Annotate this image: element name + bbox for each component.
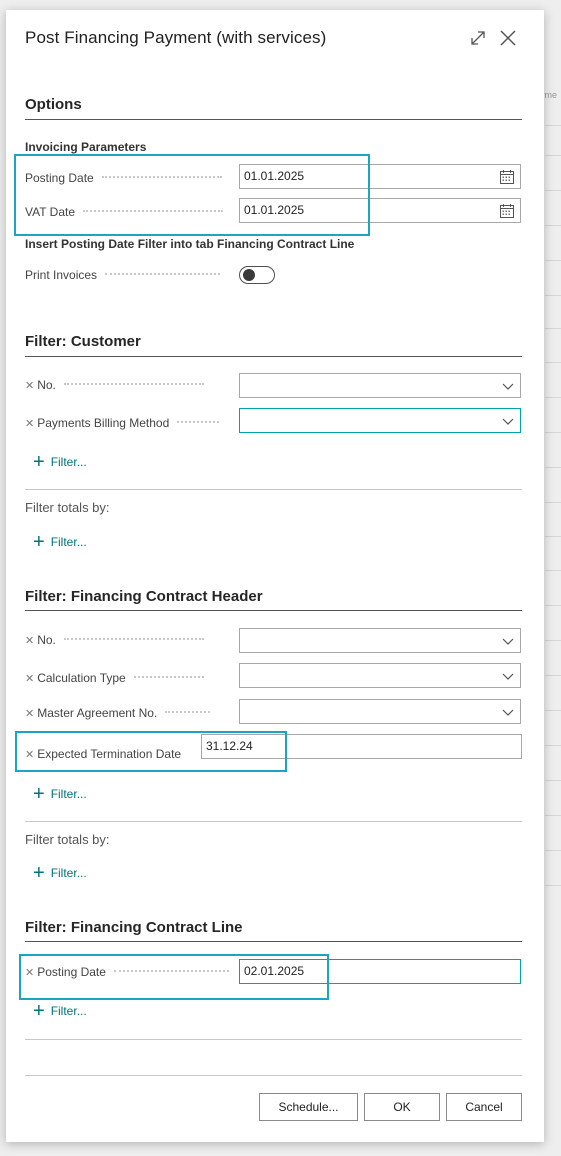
background-row-line bbox=[545, 675, 561, 676]
customer-separator bbox=[25, 489, 522, 490]
master-agreement-label: ✕ Master Agreement No. bbox=[25, 704, 231, 722]
payments-billing-method-field[interactable] bbox=[239, 408, 521, 433]
background-row-line bbox=[545, 260, 561, 261]
remove-filter-icon[interactable]: ✕ bbox=[25, 380, 34, 392]
calendar-icon[interactable] bbox=[499, 203, 515, 219]
plus-icon: + bbox=[33, 782, 45, 805]
plus-icon: + bbox=[33, 530, 45, 553]
remove-filter-icon[interactable]: ✕ bbox=[25, 967, 34, 979]
background-row-line bbox=[545, 815, 561, 816]
vat-date-label: VAT Date bbox=[25, 203, 231, 221]
plus-icon: + bbox=[33, 861, 45, 884]
post-financing-payment-dialog: Post Financing Payment (with services) O… bbox=[6, 10, 544, 1142]
background-row-line bbox=[545, 710, 561, 711]
vat-date-field[interactable]: 01.01.2025 bbox=[239, 198, 521, 223]
background-row-line bbox=[545, 295, 561, 296]
line-posting-date-label: ✕ Posting Date bbox=[25, 963, 231, 981]
customer-filter-totals-label: Filter totals by: bbox=[25, 500, 110, 515]
plus-icon: + bbox=[33, 999, 45, 1022]
customer-no-label: ✕ No. bbox=[25, 376, 231, 394]
background-row-line bbox=[545, 328, 561, 329]
calculation-type-field[interactable] bbox=[239, 663, 521, 688]
customer-filter-section-title: Filter: Customer bbox=[25, 333, 141, 350]
chevron-down-icon[interactable] bbox=[502, 416, 514, 426]
insert-posting-date-filter-title: Insert Posting Date Filter into tab Fina… bbox=[25, 237, 355, 251]
remove-filter-icon[interactable]: ✕ bbox=[25, 708, 34, 720]
contract-line-separator bbox=[25, 1039, 522, 1040]
chevron-down-icon[interactable] bbox=[502, 671, 514, 681]
options-section-line bbox=[25, 119, 522, 120]
contract-no-label: ✕ No. bbox=[25, 631, 231, 649]
footer-separator bbox=[25, 1075, 522, 1076]
background-row-line bbox=[545, 850, 561, 851]
customer-add-filter-link[interactable]: + Filter... bbox=[33, 450, 87, 473]
background-row-line bbox=[545, 536, 561, 537]
background-row-line bbox=[545, 155, 561, 156]
contract-header-totals-filter-link[interactable]: + Filter... bbox=[33, 861, 87, 884]
chevron-down-icon[interactable] bbox=[502, 707, 514, 717]
background-row-line bbox=[545, 502, 561, 503]
posting-date-label: Posting Date bbox=[25, 169, 231, 187]
payments-billing-method-label: ✕ Payments Billing Method bbox=[25, 414, 231, 432]
chevron-down-icon[interactable] bbox=[502, 381, 514, 391]
customer-section-line bbox=[25, 356, 522, 357]
remove-filter-icon[interactable]: ✕ bbox=[25, 673, 34, 685]
remove-filter-icon[interactable]: ✕ bbox=[25, 635, 34, 647]
background-row-line bbox=[545, 780, 561, 781]
ok-button[interactable]: OK bbox=[364, 1093, 440, 1121]
contract-line-section-title: Filter: Financing Contract Line bbox=[25, 919, 243, 936]
calendar-icon[interactable] bbox=[499, 169, 515, 185]
master-agreement-field[interactable] bbox=[239, 699, 521, 724]
background-row-line bbox=[545, 605, 561, 606]
print-invoices-toggle[interactable] bbox=[239, 266, 275, 284]
background-row-line bbox=[545, 467, 561, 468]
background-row-line bbox=[545, 885, 561, 886]
background-row-line bbox=[545, 362, 561, 363]
contract-header-filter-totals-label: Filter totals by: bbox=[25, 832, 110, 847]
expand-icon[interactable] bbox=[468, 28, 488, 48]
contract-no-field[interactable] bbox=[239, 628, 521, 653]
background-row-line bbox=[545, 190, 561, 191]
line-posting-date-field[interactable]: 02.01.2025 bbox=[239, 959, 521, 984]
contract-line-add-filter-link[interactable]: + Filter... bbox=[33, 999, 87, 1022]
close-icon[interactable] bbox=[498, 28, 518, 48]
expected-termination-date-field[interactable]: 31.12.24 bbox=[201, 734, 522, 759]
background-row-line bbox=[545, 640, 561, 641]
contract-header-separator bbox=[25, 821, 522, 822]
background-row-line bbox=[545, 397, 561, 398]
plus-icon: + bbox=[33, 450, 45, 473]
dialog-title: Post Financing Payment (with services) bbox=[25, 28, 327, 47]
customer-totals-filter-link[interactable]: + Filter... bbox=[33, 530, 87, 553]
chevron-down-icon[interactable] bbox=[502, 636, 514, 646]
remove-filter-icon[interactable]: ✕ bbox=[25, 749, 34, 761]
contract-line-section-line bbox=[25, 941, 522, 942]
background-row-line bbox=[545, 570, 561, 571]
print-invoices-label: Print Invoices bbox=[25, 266, 231, 284]
contract-header-section-title: Filter: Financing Contract Header bbox=[25, 588, 263, 605]
cancel-button[interactable]: Cancel bbox=[446, 1093, 522, 1121]
remove-filter-icon[interactable]: ✕ bbox=[25, 418, 34, 430]
invoicing-parameters-title: Invoicing Parameters bbox=[25, 140, 147, 154]
posting-date-field[interactable]: 01.01.2025 bbox=[239, 164, 521, 189]
customer-no-field[interactable] bbox=[239, 373, 521, 398]
background-row-line bbox=[545, 745, 561, 746]
schedule-button[interactable]: Schedule... bbox=[259, 1093, 358, 1121]
background-row-line bbox=[545, 125, 561, 126]
options-section-title: Options bbox=[25, 96, 82, 113]
background-row-line bbox=[545, 432, 561, 433]
contract-header-section-line bbox=[25, 610, 522, 611]
background-row-line bbox=[545, 225, 561, 226]
calculation-type-label: ✕ Calculation Type bbox=[25, 669, 231, 687]
contract-header-add-filter-link[interactable]: + Filter... bbox=[33, 782, 87, 805]
